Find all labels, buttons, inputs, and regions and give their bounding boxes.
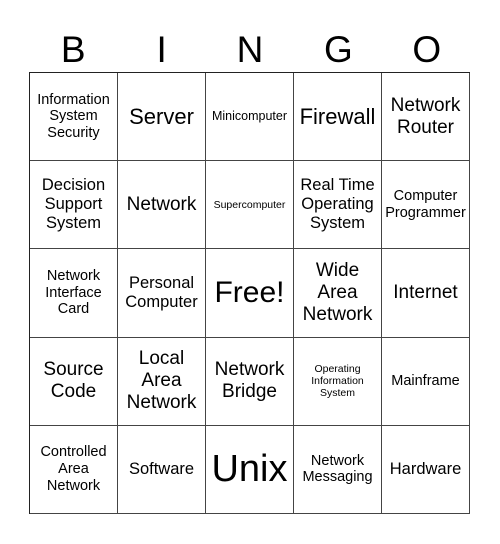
bingo-cell[interactable]: Network Router xyxy=(382,73,470,162)
bingo-free-space[interactable]: Free! xyxy=(206,249,294,338)
bingo-cell[interactable]: Supercomputer xyxy=(206,161,294,250)
bingo-header: B I N G O xyxy=(29,28,471,72)
bingo-cell[interactable]: Network Interface Card xyxy=(30,249,118,338)
header-letter-g: G xyxy=(323,29,353,70)
bingo-cell[interactable]: Decision Support System xyxy=(30,161,118,250)
bingo-cell[interactable]: Internet xyxy=(382,249,470,338)
bingo-cell[interactable]: Software xyxy=(118,425,206,514)
header-letter-n: N xyxy=(236,29,264,70)
bingo-cell[interactable]: Wide Area Network xyxy=(294,249,382,338)
bingo-cell[interactable]: Controlled Area Network xyxy=(30,425,118,514)
bingo-cell[interactable]: Mainframe xyxy=(382,337,470,426)
bingo-cell[interactable]: Computer Programmer xyxy=(382,161,470,250)
header-letter-b: B xyxy=(60,29,86,70)
bingo-cell[interactable]: Server xyxy=(118,73,206,162)
bingo-cell[interactable]: Network Messaging xyxy=(294,425,382,514)
bingo-cell[interactable]: Local Area Network xyxy=(118,337,206,426)
bingo-cell[interactable]: Firewall xyxy=(294,73,382,162)
header-letter-i: I xyxy=(156,29,167,70)
bingo-cell[interactable]: Source Code xyxy=(30,337,118,426)
header-letter-o: O xyxy=(412,29,442,70)
bingo-cell[interactable]: Information System Security xyxy=(30,73,118,162)
bingo-cell[interactable]: Unix xyxy=(206,425,294,514)
bingo-cell[interactable]: Operating Information System xyxy=(294,337,382,426)
bingo-cell[interactable]: Personal Computer xyxy=(118,249,206,338)
bingo-cell[interactable]: Network xyxy=(118,161,206,250)
bingo-card-grid: Information System Security Server Minic… xyxy=(29,72,470,514)
bingo-cell[interactable]: Hardware xyxy=(382,425,470,514)
bingo-cell[interactable]: Real Time Operating System xyxy=(294,161,382,250)
bingo-cell[interactable]: Minicomputer xyxy=(206,73,294,162)
bingo-cell[interactable]: Network Bridge xyxy=(206,337,294,426)
